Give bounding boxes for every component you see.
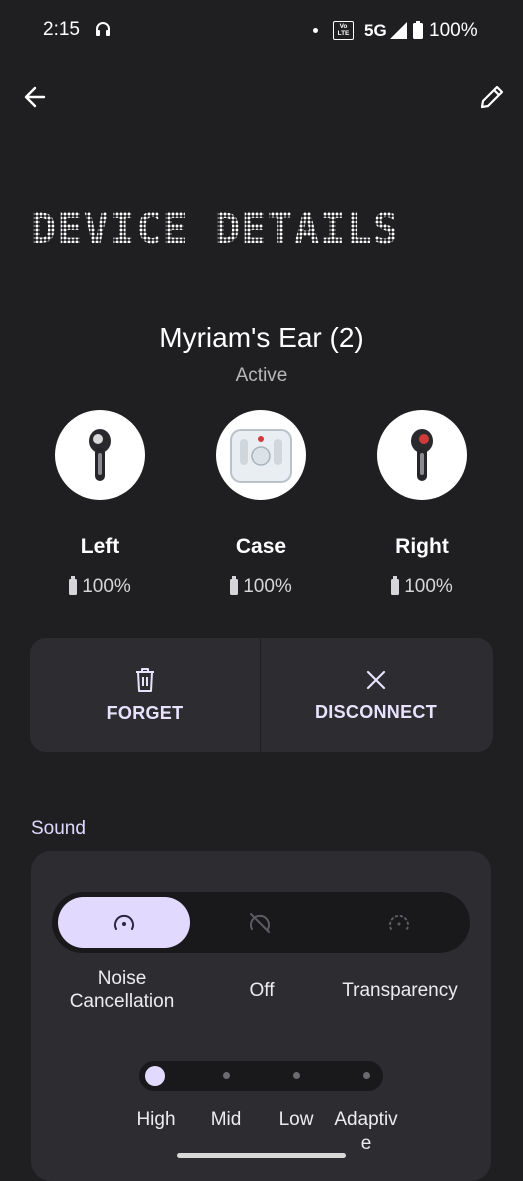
- device-status: Active: [235, 365, 288, 386]
- notification-dot-icon: [313, 28, 318, 33]
- battery-percent: 100%: [429, 20, 478, 41]
- level-label-adaptive: Adaptiv e: [334, 1109, 398, 1154]
- case-image: [216, 410, 306, 500]
- right-battery-value: 100%: [404, 576, 453, 597]
- anc-mode-off[interactable]: [194, 897, 326, 948]
- case-icon: [230, 429, 292, 483]
- trash-icon: [136, 667, 154, 692]
- sound-section-title: Sound: [31, 818, 86, 839]
- left-label: Left: [80, 535, 120, 558]
- forget-button[interactable]: FORGET: [30, 638, 260, 752]
- level-dot-low[interactable]: [293, 1072, 300, 1079]
- level-dot-adaptive[interactable]: [363, 1072, 370, 1079]
- right-battery: 100%: [352, 576, 492, 598]
- headphones-icon: [96, 22, 110, 36]
- right-label: Right: [395, 535, 449, 558]
- anc-mode-transparency[interactable]: [333, 897, 465, 948]
- page-title: DEVICE DETAILS: [31, 204, 400, 253]
- anc-label-transparency: Transparency: [342, 980, 458, 1001]
- forget-label: FORGET: [106, 702, 184, 723]
- earbud-icon: [411, 429, 433, 481]
- left-battery-value: 100%: [82, 576, 131, 597]
- noise-cancellation-icon: [114, 914, 134, 930]
- battery-icon: [413, 21, 423, 39]
- right-earbud-image: [377, 410, 467, 500]
- case-battery-value: 100%: [243, 576, 292, 597]
- transparency-icon: [389, 914, 409, 930]
- device-actions-card: FORGET DISCONNECT: [30, 638, 493, 752]
- arrow-left-icon[interactable]: [20, 82, 52, 112]
- earbud-icon: [89, 429, 111, 481]
- battery-icon: [230, 576, 239, 595]
- level-label-low: Low: [278, 1109, 314, 1130]
- disconnect-label: DISCONNECT: [314, 701, 437, 722]
- level-label-high: High: [136, 1109, 176, 1130]
- anc-label-noise-cancellation: Noise Cancellation: [69, 968, 175, 1012]
- level-dot-mid[interactable]: [223, 1072, 230, 1079]
- network-type: 5G: [364, 21, 387, 40]
- status-time: 2:15: [43, 19, 80, 40]
- case-label: Case: [235, 535, 287, 558]
- level-label-mid: Mid: [210, 1109, 242, 1130]
- anc-label-off: Off: [249, 980, 275, 1001]
- disconnect-button[interactable]: DISCONNECT: [261, 638, 491, 752]
- slider-knob[interactable]: [145, 1066, 165, 1086]
- anc-off-icon: [250, 912, 270, 933]
- left-earbud-image: [55, 410, 145, 500]
- signal-icon: [390, 22, 407, 39]
- close-icon: [366, 670, 386, 689]
- case-battery: 100%: [191, 576, 331, 598]
- home-indicator[interactable]: [177, 1153, 346, 1158]
- battery-icon: [69, 576, 78, 595]
- anc-mode-noise-cancellation[interactable]: [58, 897, 190, 948]
- battery-icon: [391, 576, 400, 595]
- anc-level-slider[interactable]: [139, 1061, 383, 1091]
- left-battery: 100%: [30, 576, 170, 598]
- volte-icon: Vo LTE: [333, 21, 354, 40]
- device-name: Myriam's Ear (2): [159, 322, 364, 353]
- pencil-icon[interactable]: [476, 82, 508, 112]
